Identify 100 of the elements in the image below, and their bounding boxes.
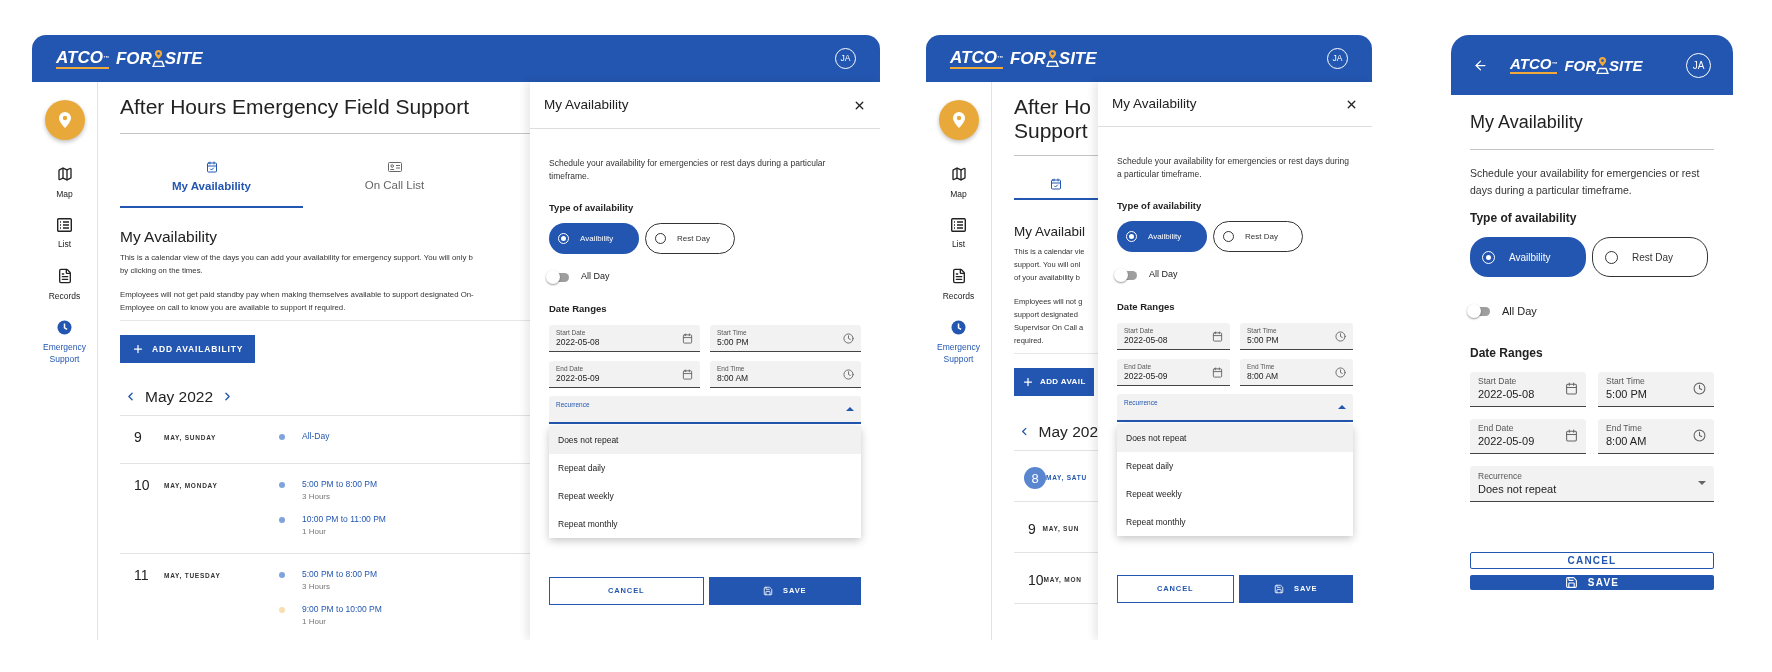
- map-icon: [56, 166, 73, 182]
- date-field[interactable]: End Date 2022-05-09: [1470, 418, 1586, 454]
- clock-icon: [57, 320, 72, 335]
- field-value: 2022-05-08: [1478, 387, 1535, 401]
- add-availability-button[interactable]: ADD AVAIL: [1014, 368, 1094, 397]
- event-time[interactable]: All-Day: [302, 428, 330, 443]
- menu-option[interactable]: Repeat daily: [1117, 452, 1353, 480]
- toggle-switch[interactable]: [1470, 306, 1490, 316]
- back-icon[interactable]: [1473, 57, 1488, 73]
- field-label: Start Date: [1478, 376, 1518, 387]
- calendar-check-icon: [205, 160, 218, 173]
- clock-icon: [1335, 330, 1346, 342]
- toggle-label: All Day: [1149, 268, 1178, 282]
- nav-item[interactable]: Map: [928, 166, 989, 200]
- toggle-switch[interactable]: [1117, 270, 1137, 280]
- menu-option[interactable]: Repeat weekly: [1117, 480, 1353, 508]
- nav-item[interactable]: Records: [928, 268, 989, 302]
- calendar-icon: [1212, 330, 1223, 342]
- cancel-button[interactable]: CANCEL: [1470, 551, 1714, 569]
- calendar-icon: [1212, 366, 1223, 378]
- clock-icon: [1335, 366, 1346, 378]
- radio-option[interactable]: Rest Day: [1592, 237, 1708, 277]
- event-duration: 3 Hours: [302, 490, 331, 502]
- event-time[interactable]: 9:00 PM to 10:00 PM: [302, 601, 382, 616]
- section-heading: My Availabil: [1014, 223, 1087, 241]
- event-duration: 1 Hour: [302, 615, 327, 627]
- toggle-label: All Day: [581, 270, 610, 284]
- section-label: Date Ranges: [1117, 299, 1176, 314]
- field-value: 8:00 AM: [717, 373, 749, 384]
- page-title: After Hours Emergency Field Support: [120, 95, 470, 119]
- field-value: 2022-05-09: [1478, 434, 1535, 448]
- field-label: End Time: [1606, 423, 1643, 434]
- event-time[interactable]: 5:00 PM to 8:00 PM: [302, 476, 378, 491]
- day-number: 10: [134, 476, 150, 495]
- event-duration: 1 Hour: [302, 525, 327, 537]
- nav-item[interactable]: List: [928, 218, 989, 250]
- radio-option[interactable]: Rest Day: [1213, 221, 1303, 253]
- brand-wordmark: ATCO$^{™}$: [950, 48, 1003, 69]
- brand-wordmark: ATCO$^{™}$: [56, 48, 109, 69]
- calendar-check-icon: [1050, 178, 1062, 190]
- menu-option[interactable]: Repeat monthly: [549, 510, 861, 538]
- document-icon: [56, 268, 73, 284]
- radio-option[interactable]: Rest Day: [645, 223, 735, 255]
- field-value: 2022-05-08: [556, 337, 600, 348]
- calendar-icon: [682, 332, 693, 344]
- field-value: 5:00 PM: [717, 337, 749, 348]
- time-field[interactable]: Start Time 5:00 PM: [1598, 371, 1714, 407]
- logo-text: FOR: [1564, 57, 1597, 73]
- field-value: 5:00 PM: [1247, 335, 1279, 346]
- location-pin-icon: [58, 112, 71, 128]
- save-icon: [1274, 584, 1284, 594]
- menu-option[interactable]: Repeat monthly: [1117, 508, 1353, 536]
- nav-item[interactable]: Map: [34, 166, 95, 200]
- panel-title: My Availability: [1112, 94, 1197, 113]
- radio-option[interactable]: Availbility: [549, 223, 639, 255]
- toggle-switch[interactable]: [549, 272, 569, 282]
- radio-option[interactable]: Availbility: [1117, 221, 1207, 253]
- page-title: Support: [1014, 119, 1089, 143]
- section-label: Date Ranges: [1470, 344, 1544, 362]
- menu-option[interactable]: Repeat daily: [549, 454, 861, 482]
- pin-person-icon: [151, 50, 165, 67]
- type-label: Type of availability: [549, 201, 635, 215]
- nav-item[interactable]: Emergency Support: [928, 320, 989, 365]
- menu-option[interactable]: Does not repeat: [1117, 424, 1353, 452]
- id-card-icon: [387, 161, 402, 172]
- recurrence-select[interactable]: Recurrence Does not repeat: [1470, 465, 1714, 502]
- form-description: Schedule your availability for emergencies or rest days during a particular timeframe.: [549, 157, 827, 183]
- section-heading: My Availability: [120, 227, 219, 247]
- plus-icon: [132, 343, 144, 356]
- date-field[interactable]: Start Date 2022-05-08: [1470, 371, 1586, 407]
- field-value: 8:00 AM: [1247, 371, 1279, 382]
- save-icon: [763, 586, 773, 596]
- day-number: 11: [134, 566, 149, 585]
- menu-option[interactable]: Repeat weekly: [549, 482, 861, 510]
- nav-item[interactable]: Emergency Support: [34, 320, 95, 365]
- month-label: May 202: [1038, 421, 1098, 442]
- field-value: 8:00 AM: [1606, 434, 1647, 448]
- event-time[interactable]: 10:00 PM to 11:00 PM: [302, 511, 386, 526]
- field-value: 2022-05-09: [1124, 371, 1168, 382]
- tab[interactable]: On Call List: [303, 150, 486, 208]
- event-time[interactable]: 5:00 PM to 8:00 PM: [302, 566, 378, 581]
- caret-up-icon: [846, 407, 854, 411]
- logo-text: SITE: [164, 50, 203, 67]
- menu-option[interactable]: Does not repeat: [549, 426, 861, 454]
- type-label: Type of availability: [1117, 199, 1203, 213]
- radio-option[interactable]: Availbility: [1470, 237, 1586, 277]
- brand-wordmark: ATCO$^{™}$: [1510, 56, 1558, 74]
- field-label: Recurrence: [1478, 470, 1523, 482]
- field-value: Does not repeat: [1478, 481, 1557, 496]
- time-field[interactable]: End Time 8:00 AM: [1598, 418, 1714, 454]
- day-number: 8: [1024, 467, 1046, 490]
- save-button[interactable]: SAVE: [1470, 574, 1714, 590]
- list-icon: [57, 218, 72, 232]
- nav-item[interactable]: List: [34, 218, 95, 250]
- month-label: May 2022: [145, 387, 214, 408]
- field-value: 2022-05-08: [1124, 335, 1168, 346]
- nav-item[interactable]: Records: [34, 268, 95, 302]
- pin-person-icon: [1045, 50, 1059, 67]
- tab[interactable]: My Availability: [120, 150, 303, 208]
- add-availability-button[interactable]: ADD AVAILABILITY: [120, 335, 256, 364]
